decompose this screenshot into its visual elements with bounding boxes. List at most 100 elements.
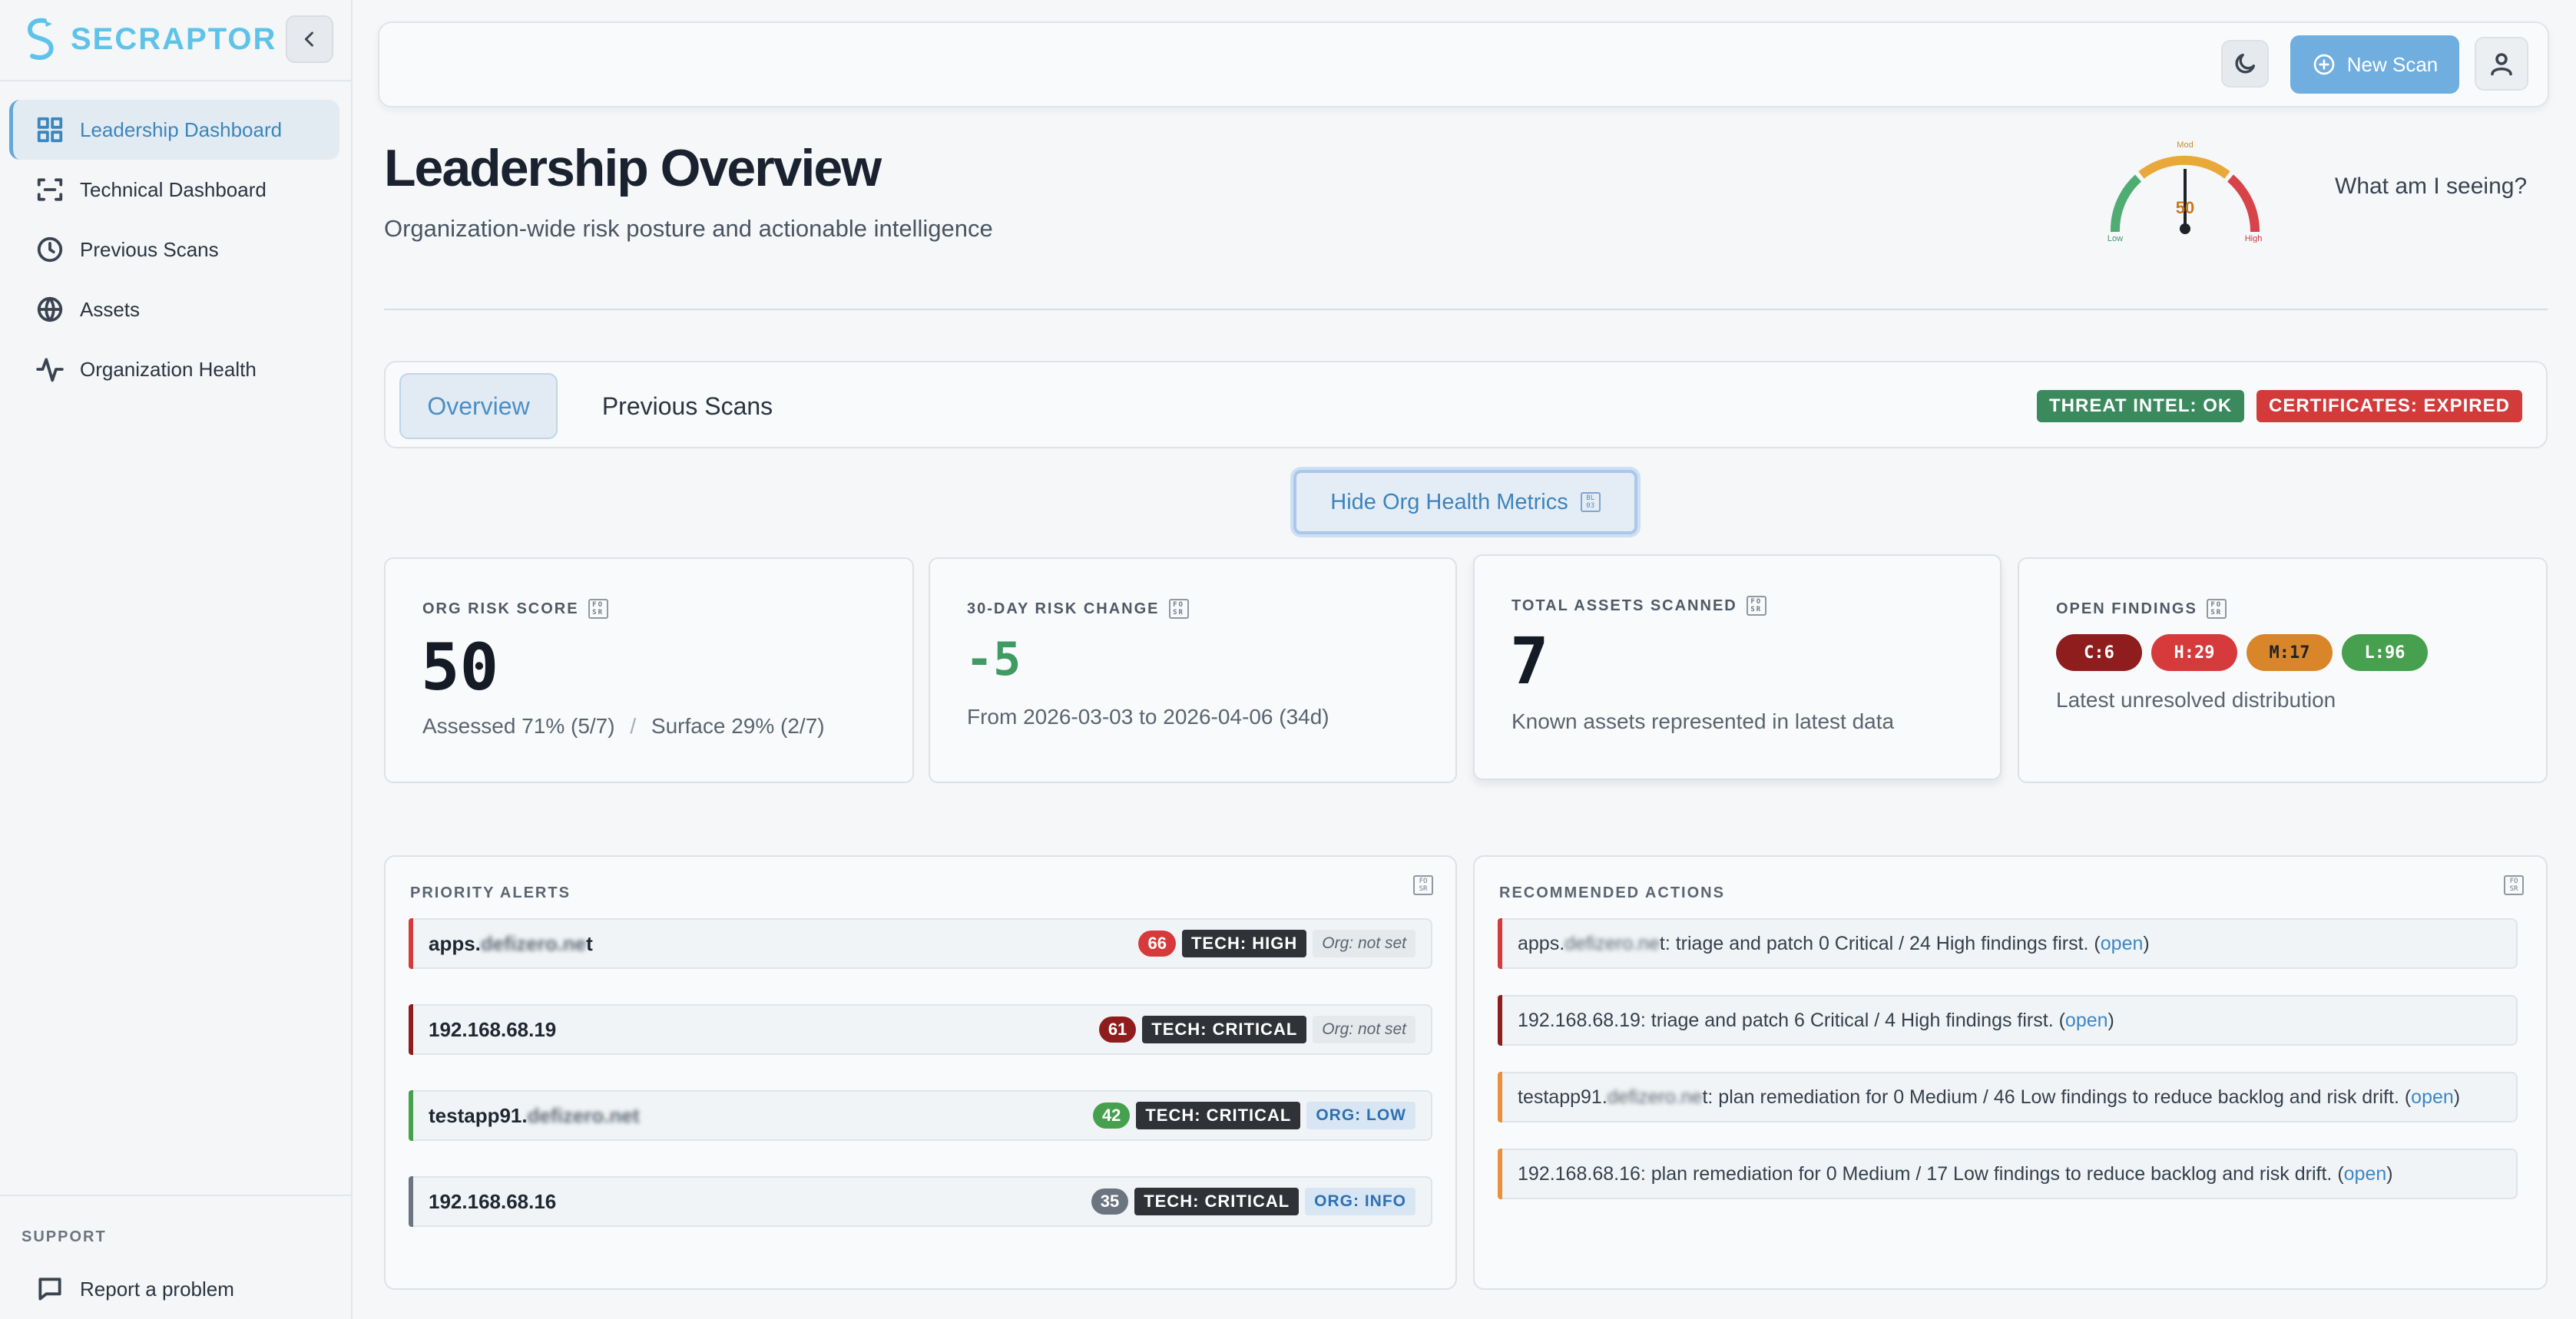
- report-problem-link[interactable]: Report a problem: [35, 1274, 234, 1304]
- risk-score-badge: 35: [1091, 1188, 1129, 1215]
- sidebar-item-label: Assets: [80, 297, 141, 321]
- gauge-label-low: Low: [2107, 234, 2123, 243]
- theme-toggle-button[interactable]: [2221, 40, 2269, 88]
- alert-row[interactable]: testapp91.defizero.net 42 TECH: CRITICAL…: [409, 1090, 1432, 1141]
- medium-count-pill[interactable]: M:17: [2247, 634, 2333, 671]
- org-severity-badge: Org: not set: [1313, 1016, 1415, 1043]
- shortcut-icon: BL 03: [1580, 492, 1601, 512]
- action-host: 192.168.68.19: [1518, 1009, 1641, 1031]
- info-icon[interactable]: FO SR: [588, 599, 608, 619]
- priority-alerts-title: PRIORITY ALERTS: [410, 884, 571, 901]
- alert-host: 192.168.68.19: [429, 1018, 556, 1042]
- tech-severity-badge: TECH: HIGH: [1181, 930, 1307, 957]
- action-text: 192.168.68.16: plan remediation for 0 Me…: [1518, 1162, 2393, 1185]
- org-severity-badge: ORG: INFO: [1305, 1188, 1415, 1215]
- scan-frame-icon: [37, 178, 63, 201]
- sidebar-item-leadership-dashboard[interactable]: Leadership Dashboard: [9, 100, 339, 160]
- severity-bar: [1498, 995, 1502, 1046]
- user-icon: [2491, 53, 2512, 76]
- brand[interactable]: SECRAPTOR: [22, 12, 276, 66]
- action-text: apps.defizero.net: triage and patch 0 Cr…: [1518, 932, 2150, 954]
- severity-pills: C:6 H:29 M:17 L:96: [2056, 634, 2428, 671]
- alert-row[interactable]: 192.168.68.16 35 TECH: CRITICAL ORG: INF…: [409, 1176, 1432, 1227]
- org-severity-badge: Org: not set: [1313, 930, 1415, 957]
- threat-intel-status-badge: THREAT INTEL: OK: [2037, 390, 2245, 422]
- sidebar-item-label: Leadership Dashboard: [80, 117, 283, 141]
- action-item: 192.168.68.19: triage and patch 6 Critic…: [1498, 995, 2518, 1046]
- globe-icon: [37, 296, 63, 322]
- info-icon[interactable]: FO SR: [1413, 875, 1433, 895]
- severity-bar: [409, 918, 413, 969]
- sidebar-item-assets[interactable]: Assets: [9, 279, 339, 339]
- tab-previous-scans[interactable]: Previous Scans: [591, 373, 783, 439]
- total-assets-value: 7: [1510, 623, 1549, 699]
- gauge-value: 50: [2176, 198, 2194, 217]
- priority-alerts-panel: PRIORITY ALERTS FO SR apps.defizero.net 6…: [384, 855, 1457, 1290]
- action-text: testapp91.defizero.net: plan remediation…: [1518, 1086, 2461, 1108]
- page-title: Leadership Overview: [384, 139, 882, 197]
- page-subtitle: Organization-wide risk posture and actio…: [384, 215, 993, 242]
- tech-severity-badge: TECH: CRITICAL: [1134, 1188, 1300, 1215]
- new-scan-button[interactable]: New Scan: [2290, 35, 2459, 94]
- open-findings-sub: Latest unresolved distribution: [2056, 688, 2336, 712]
- info-icon[interactable]: FO SR: [1168, 599, 1189, 619]
- org-severity-badge: ORG: LOW: [1306, 1102, 1415, 1129]
- high-count-pill[interactable]: H:29: [2151, 634, 2237, 671]
- alert-tags: 35 TECH: CRITICAL ORG: INFO: [1091, 1178, 1415, 1225]
- surface-text: Surface 29% (2/7): [651, 714, 825, 738]
- total-assets-label: TOTAL ASSETS SCANNED FO SR: [1511, 596, 1766, 616]
- user-menu-button[interactable]: [2475, 37, 2528, 91]
- risk-change-label: 30-DAY RISK CHANGE FO SR: [967, 599, 1189, 619]
- alert-tags: 61 TECH: CRITICAL Org: not set: [1098, 1006, 1415, 1053]
- alert-tags: 66 TECH: HIGH Org: not set: [1138, 920, 1415, 967]
- report-problem-label: Report a problem: [80, 1277, 234, 1301]
- what-am-i-seeing-link[interactable]: What am I seeing?: [2335, 174, 2527, 200]
- action-description: : triage and patch 6 Critical / 4 High f…: [1640, 1009, 2065, 1031]
- sidebar-item-previous-scans[interactable]: Previous Scans: [9, 220, 339, 279]
- sidebar-item-technical-dashboard[interactable]: Technical Dashboard: [9, 160, 339, 220]
- action-host: apps.: [1518, 932, 1565, 954]
- card-label-text: ORG RISK SCORE: [422, 600, 579, 617]
- action-item: testapp91.defizero.net: plan remediation…: [1498, 1072, 2518, 1122]
- action-item: apps.defizero.net: triage and patch 0 Cr…: [1498, 918, 2518, 969]
- sidebar-nav: Leadership Dashboard Technical Dashboard…: [9, 100, 339, 399]
- action-description: t: plan remediation for 0 Medium / 46 Lo…: [1702, 1086, 2412, 1108]
- sidebar-item-organization-health[interactable]: Organization Health: [9, 339, 339, 399]
- certificates-status-badge: CERTIFICATES: EXPIRED: [2256, 390, 2522, 422]
- critical-count-pill[interactable]: C:6: [2056, 634, 2142, 671]
- alert-tags: 42 TECH: CRITICAL ORG: LOW: [1092, 1092, 1415, 1139]
- org-risk-score-value: 50: [421, 630, 499, 705]
- card-label-text: 30-DAY RISK CHANGE: [967, 600, 1160, 617]
- open-link[interactable]: open: [2344, 1163, 2387, 1185]
- sidebar-item-label: Organization Health: [80, 357, 257, 381]
- risk-score-badge: 42: [1092, 1102, 1131, 1129]
- severity-bar: [1498, 1149, 1502, 1199]
- action-host: testapp91.: [1518, 1086, 1608, 1108]
- total-assets-sub: Known assets represented in latest data: [1511, 709, 1895, 733]
- open-link[interactable]: open: [2065, 1010, 2108, 1031]
- alert-row[interactable]: apps.defizero.net 66 TECH: HIGH Org: not…: [409, 918, 1432, 969]
- low-count-pill[interactable]: L:96: [2342, 634, 2428, 671]
- raptor-logo-icon: [28, 18, 54, 61]
- header-divider: [384, 309, 2548, 310]
- card-label-text: TOTAL ASSETS SCANNED: [1511, 597, 1737, 614]
- brand-name: SECRAPTOR: [71, 21, 277, 56]
- info-icon[interactable]: FO SR: [2504, 875, 2524, 895]
- risk-score-badge: 66: [1138, 931, 1176, 957]
- open-link[interactable]: open: [2411, 1086, 2454, 1108]
- alert-row[interactable]: 192.168.68.19 61 TECH: CRITICAL Org: not…: [409, 1004, 1432, 1055]
- info-icon[interactable]: FO SR: [2206, 599, 2227, 619]
- info-icon[interactable]: FO SR: [1746, 596, 1766, 616]
- hide-org-health-button[interactable]: Hide Org Health Metrics BL 03: [1293, 470, 1637, 534]
- risk-change-value: -5: [965, 633, 1021, 686]
- severity-bar: [1498, 1072, 1502, 1122]
- coverage-separator: /: [630, 714, 637, 738]
- tech-severity-badge: TECH: CRITICAL: [1142, 1016, 1307, 1043]
- severity-bar: [409, 1176, 413, 1227]
- collapse-sidebar-button[interactable]: [286, 15, 333, 63]
- tab-overview[interactable]: Overview: [399, 373, 558, 439]
- alert-host: testapp91.defizero.net: [429, 1104, 640, 1128]
- action-host: 192.168.68.16: [1518, 1162, 1641, 1185]
- open-findings-card: OPEN FINDINGS FO SR C:6 H:29 M:17 L:96 La…: [2018, 557, 2548, 783]
- open-link[interactable]: open: [2101, 933, 2144, 954]
